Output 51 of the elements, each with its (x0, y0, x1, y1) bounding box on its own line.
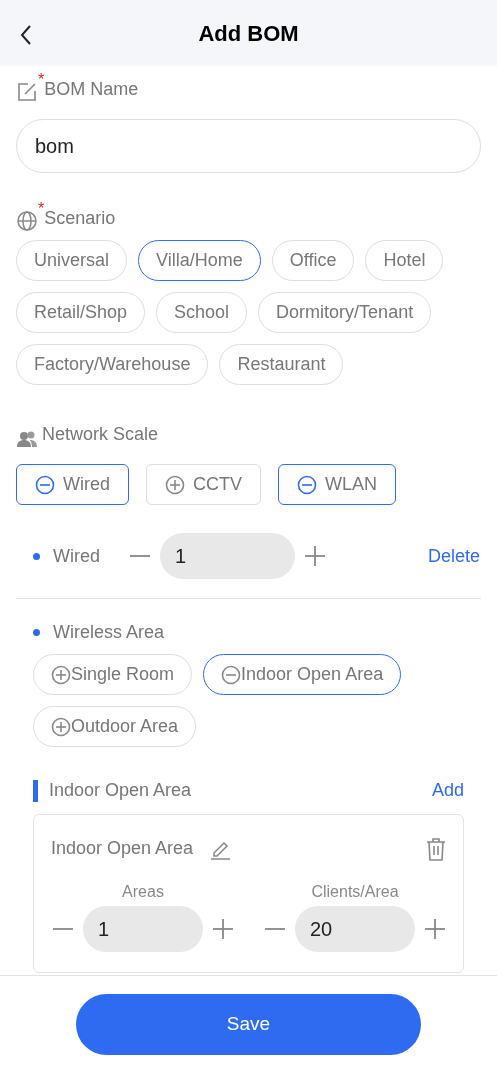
scenario-chip[interactable]: Office (271, 240, 355, 281)
field-label: Network Scale (42, 423, 159, 446)
minus-circle-icon (221, 664, 242, 685)
area-name: Indoor Open Area (51, 837, 194, 860)
bullet-dot (33, 552, 40, 560)
field-label: Clients/Area (311, 882, 399, 902)
field-label: Areas (122, 882, 164, 902)
plus-icon[interactable] (423, 917, 447, 941)
scenario-chip[interactable]: Retail/Shop (16, 292, 146, 333)
add-link[interactable]: Add (431, 777, 464, 804)
scenario-chip[interactable]: Hotel (365, 240, 444, 281)
plus-circle-icon (51, 716, 71, 737)
scenario-chip[interactable]: Universal (16, 240, 128, 281)
section-title: Indoor Open Area (49, 779, 192, 802)
section-label: Wireless Area (53, 621, 165, 644)
number-field[interactable]: 1 (160, 533, 295, 579)
delete-link[interactable]: Delete (427, 542, 480, 570)
section-marker (33, 779, 38, 802)
scenario-chip[interactable]: School (156, 292, 248, 333)
trash-icon[interactable] (425, 836, 447, 861)
edit-icon (16, 81, 38, 103)
wireless-area-chip[interactable]: Single Room (33, 654, 193, 695)
wireless-area-chip[interactable]: Outdoor Area (33, 706, 197, 747)
globe-icon (16, 210, 38, 232)
scenario-chip[interactable]: Dormitory/Tenant (258, 292, 432, 333)
required-mark: * (38, 72, 45, 88)
plus-circle-icon (51, 664, 71, 685)
plus-circle-icon (165, 474, 185, 495)
network-option-button[interactable]: CCTV (146, 464, 261, 505)
required-mark: * (38, 201, 45, 217)
name-field[interactable]: bom (16, 119, 481, 173)
minus-circle-icon (297, 474, 317, 495)
save-button[interactable]: Save (76, 993, 421, 1055)
scenario-chip[interactable]: Villa/Home (138, 240, 261, 281)
minus-circle-icon (35, 474, 55, 495)
wireless-area-chip[interactable]: Indoor Open Area (203, 654, 402, 695)
scenario-chip[interactable]: Factory/Warehouse (16, 344, 209, 385)
field-label: BOM Name (44, 79, 139, 101)
people-icon (16, 430, 38, 448)
plus-icon[interactable] (303, 544, 327, 568)
network-option-button[interactable]: Wired (16, 464, 129, 505)
wired-label: Wired (53, 544, 101, 568)
number-field[interactable]: 1 (83, 906, 203, 952)
number-field[interactable]: 20 (295, 906, 415, 952)
back-icon[interactable] (20, 25, 32, 45)
scenario-chip[interactable]: Restaurant (219, 344, 344, 385)
bullet-dot (33, 629, 40, 636)
network-option-button[interactable]: WLAN (278, 464, 397, 505)
plus-icon[interactable] (211, 917, 235, 941)
field-label: Scenario (44, 208, 116, 230)
page-title: Add BOM (198, 19, 299, 48)
